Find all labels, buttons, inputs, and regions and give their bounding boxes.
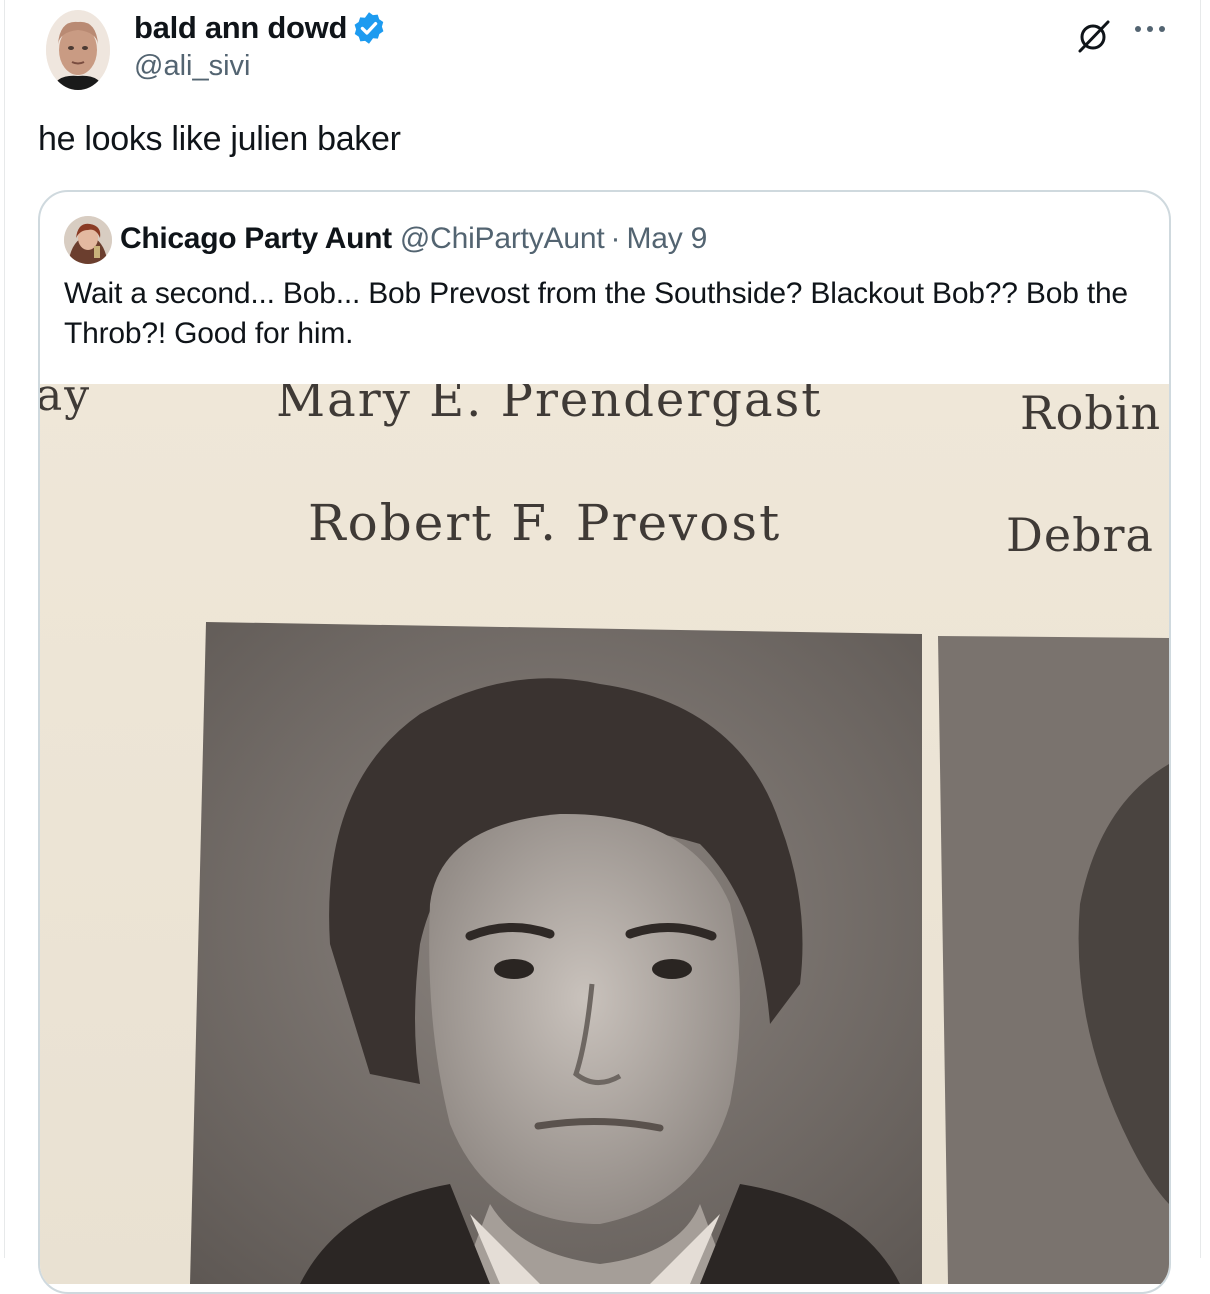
quote-text: Wait a second... Bob... Bob Prevost from… — [64, 277, 1128, 350]
quote-author-handle[interactable]: @ChiPartyAunt — [400, 222, 605, 256]
yearbook-label-robin: Robin — [1020, 386, 1162, 440]
more-options-icon[interactable] — [1130, 14, 1170, 44]
yearbook-label-partial-left: ay — [40, 384, 92, 421]
yearbook-label-prevost: Robert F. Prevost — [308, 494, 782, 552]
timeline-border-right — [1200, 0, 1201, 1258]
quote-author-name[interactable]: Chicago Party Aunt — [120, 222, 392, 256]
verified-badge-icon — [351, 10, 387, 46]
author-name-row[interactable]: bald ann dowd — [134, 10, 387, 46]
author-avatar[interactable] — [46, 10, 110, 90]
quote-separator: · — [610, 222, 621, 255]
yearbook-label-debra: Debra — [1006, 508, 1154, 562]
tweet-text: he looks like julien baker — [38, 120, 401, 158]
timeline-border-left — [4, 0, 5, 1258]
author-name[interactable]: bald ann dowd — [134, 10, 347, 46]
author-handle[interactable]: @ali_sivi — [134, 50, 250, 83]
yearbook-label-prendergast: Mary E. Prendergast — [276, 384, 823, 428]
quote-author-avatar[interactable] — [64, 216, 112, 264]
quote-media-photo[interactable]: ay Mary E. Prendergast Robin Robert F. P… — [40, 384, 1169, 1284]
grok-icon[interactable] — [1076, 18, 1112, 54]
quoted-tweet-card[interactable]: Chicago Party Aunt @ChiPartyAunt · May 9… — [38, 190, 1171, 1294]
quote-date[interactable]: May 9 — [626, 222, 707, 256]
quote-header: Chicago Party Aunt @ChiPartyAunt · May 9 — [120, 222, 707, 256]
